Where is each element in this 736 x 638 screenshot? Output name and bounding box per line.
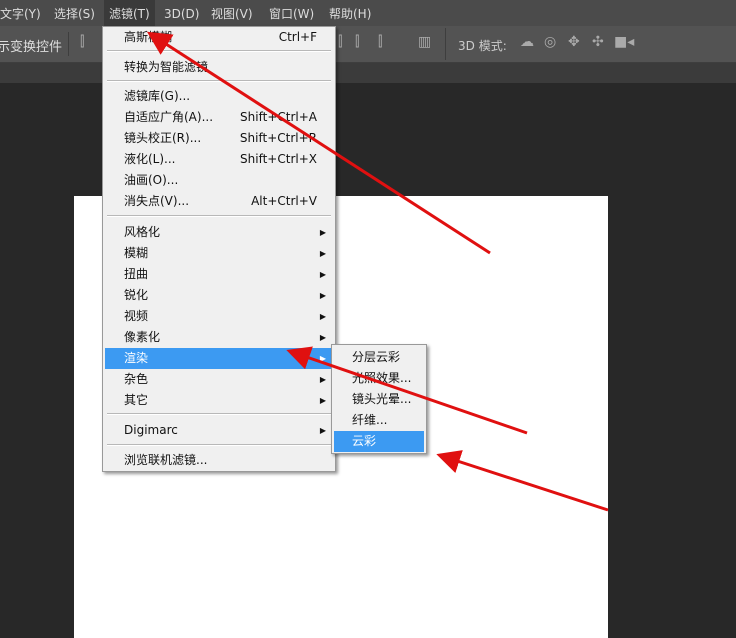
annotation-arrow-gaussian bbox=[146, 31, 491, 255]
annotation-arrow-render bbox=[286, 346, 528, 435]
annotation-arrow-clouds bbox=[436, 450, 609, 512]
annotation-arrows bbox=[146, 31, 609, 512]
